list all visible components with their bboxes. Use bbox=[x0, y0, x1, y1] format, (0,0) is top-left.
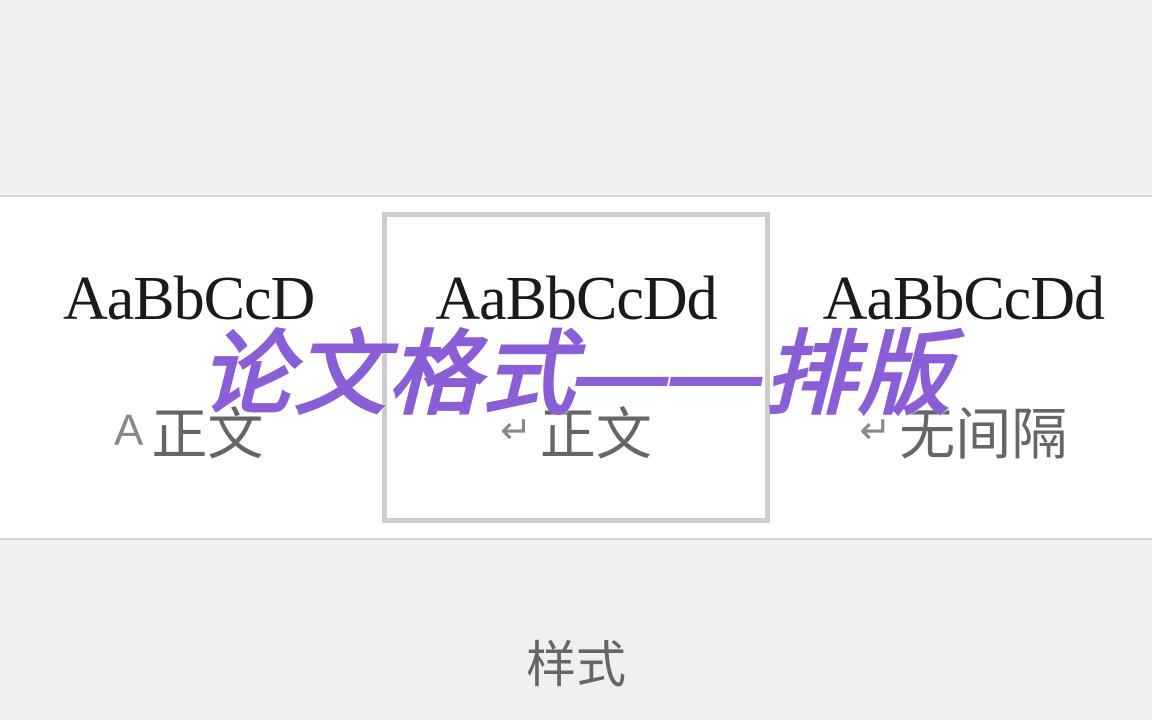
style-prefix-icon: A bbox=[114, 406, 143, 456]
styles-group-label: 样式 bbox=[526, 625, 626, 697]
overlay-title-text: 论文格式——排版 bbox=[200, 300, 952, 433]
